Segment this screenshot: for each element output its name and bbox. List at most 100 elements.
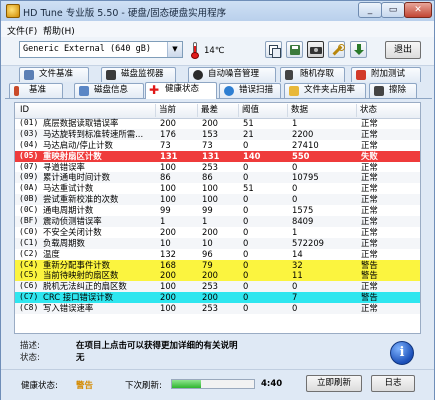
row-attribute-name: 尝试重新校准的次数 [43, 194, 119, 205]
wrench-icon[interactable] [328, 41, 345, 58]
row-id: (09) [19, 172, 39, 182]
row-threshold: 0 [243, 216, 249, 227]
camera-icon[interactable] [307, 41, 324, 58]
tab-label: 文件基准 [39, 69, 74, 79]
benchmark-icon [14, 86, 19, 96]
table-row[interactable]: (03) 马达旋转到标准转速所需... 176 153 21 2200 正常 [15, 128, 420, 140]
row-status: 正常 [361, 216, 378, 227]
drive-select[interactable]: Generic External (640 gB) ▼ [19, 41, 183, 58]
tab-disk-info[interactable]: 磁盘信息 [74, 83, 144, 98]
row-attribute-name: 负载周期数 [43, 237, 85, 248]
minimize-button[interactable]: _ [358, 2, 382, 18]
tab-health[interactable]: ✚ 健康状态 [145, 82, 217, 99]
row-attribute-name: 重映射扇区计数 [43, 150, 102, 161]
log-button[interactable]: 日志 [371, 375, 415, 392]
error-scan-icon [224, 86, 234, 96]
table-row[interactable]: (BF) 震动侦测错误率 1 1 0 8409 正常 [15, 216, 420, 227]
row-threshold: 140 [243, 150, 261, 161]
table-row[interactable]: (C1) 负载周期数 10 10 0 572209 正常 [15, 237, 420, 249]
smart-table[interactable]: ID 当前 最差 阈值 数据 状态 (01) 底层数据读取错误率 200 200 51 1… [14, 102, 421, 334]
download-icon[interactable] [350, 41, 367, 58]
table-row[interactable]: (C2) 温度 132 96 0 14 正常 [15, 249, 420, 260]
title-bar[interactable]: HD Tune 专业版 5.50 - 硬盘/固态硬盘实用程序 _ ▭ ✕ [1, 1, 434, 21]
file-benchmark-icon [24, 70, 34, 80]
tab-benchmark[interactable]: 基准 [9, 83, 63, 98]
table-row[interactable]: (07) 寻道错误率 100 253 0 0 正常 [15, 162, 420, 173]
save-icon[interactable] [286, 41, 303, 58]
row-current: 132 [160, 248, 176, 259]
row-id: (0C) [19, 205, 39, 215]
exit-button[interactable]: 退出 [385, 41, 421, 59]
table-row[interactable]: (05) 重映射扇区计数 131 131 140 550 失败 [15, 150, 420, 162]
row-data: 0 [292, 194, 298, 205]
col-data[interactable]: 数据 [287, 104, 308, 117]
tab-erase[interactable]: 擦除 [369, 83, 417, 98]
table-row[interactable]: (C6) 脱机无法纠正的扇区数 100 253 0 0 正常 [15, 281, 420, 293]
copy-icon[interactable] [265, 41, 282, 58]
table-row[interactable]: (04) 马达启动/停止计数 73 73 0 27410 正常 [15, 140, 420, 151]
row-threshold: 0 [243, 226, 249, 237]
maximize-button[interactable]: ▭ [381, 2, 405, 18]
menu-help[interactable]: 帮助(H) [43, 24, 75, 37]
row-worst: 100 [202, 183, 218, 194]
row-attribute-name: 写入错误速率 [43, 303, 94, 314]
table-row[interactable]: (C5) 当前待映射的扇区数 200 200 0 11 警告 [15, 270, 420, 282]
col-current[interactable]: 当前 [155, 104, 176, 117]
table-row[interactable]: (C7) CRC 接口错误计数 200 200 0 7 警告 [15, 292, 420, 304]
row-worst: 200 [202, 226, 218, 237]
row-current: 100 [160, 183, 176, 194]
row-status: 正常 [361, 237, 378, 248]
tab-error-scan[interactable]: 错误扫描 [219, 83, 281, 98]
row-data: 0 [292, 183, 298, 194]
tab-file-benchmark[interactable]: 文件基准 [19, 67, 89, 82]
row-worst: 100 [202, 194, 218, 205]
row-attribute-name: 马达重试计数 [43, 183, 94, 194]
row-attribute-name: 马达旋转到标准转速所需... [43, 128, 144, 139]
row-threshold: 0 [243, 248, 249, 259]
chevron-down-icon[interactable]: ▼ [167, 42, 182, 57]
tab-random-access[interactable]: 随机存取 [280, 67, 345, 82]
app-icon [6, 4, 20, 18]
col-worst[interactable]: 最差 [197, 104, 218, 117]
col-threshold[interactable]: 阈值 [238, 104, 259, 117]
tab-extra-tests[interactable]: 附加测试 [351, 67, 421, 82]
table-row[interactable]: (01) 底层数据读取错误率 200 200 51 1 正常 [15, 118, 420, 129]
row-status: 正常 [361, 172, 378, 183]
row-threshold: 0 [243, 281, 249, 292]
table-row[interactable]: (0B) 尝试重新校准的次数 100 100 0 0 正常 [15, 194, 420, 206]
table-row[interactable]: (C8) 写入错误速率 100 253 0 0 正常 [15, 303, 420, 315]
table-row[interactable]: (0A) 马达重试计数 100 100 51 0 正常 [15, 183, 420, 194]
row-status: 正常 [361, 183, 378, 194]
tab-folder-usage[interactable]: 文件夹占用率 [284, 83, 366, 98]
tab-noise-management[interactable]: 自动噪音管理 [188, 67, 276, 82]
tab-disk-monitor[interactable]: 磁盘监视器 [101, 67, 176, 82]
menu-file[interactable]: 文件(F) [7, 24, 37, 37]
row-data: 14 [292, 248, 303, 259]
row-attribute-name: 不安全关闭计数 [43, 226, 102, 237]
row-status: 正常 [361, 303, 378, 314]
tab-label: 健康状态 [165, 84, 200, 94]
table-row[interactable]: (0C) 通电周期计数 99 99 0 1575 正常 [15, 205, 420, 216]
close-button[interactable]: ✕ [404, 2, 432, 18]
row-status: 正常 [361, 248, 378, 259]
row-id: (C7) [19, 292, 39, 302]
row-attribute-name: 当前待映射的扇区数 [43, 270, 119, 281]
row-current: 10 [160, 237, 171, 248]
row-worst: 253 [202, 161, 218, 172]
table-row[interactable]: (C0) 不安全关闭计数 200 200 0 1 正常 [15, 227, 420, 238]
row-current: 168 [160, 259, 176, 270]
row-data: 27410 [292, 139, 319, 150]
col-status[interactable]: 状态 [356, 104, 377, 117]
tab-label: 自动噪音管理 [208, 69, 260, 79]
refresh-now-button[interactable]: 立即刷新 [306, 375, 362, 392]
health-status-label: 健康状态: [21, 381, 58, 391]
col-id[interactable]: ID [20, 105, 29, 115]
table-row[interactable]: (09) 累计通电时间计数 86 86 0 10795 正常 [15, 172, 420, 184]
row-status: 正常 [361, 118, 378, 128]
drive-select-value: Generic External (640 gB) [23, 44, 151, 54]
row-status: 正常 [361, 128, 378, 139]
table-row[interactable]: (C4) 重新分配事件计数 168 79 0 32 警告 [15, 259, 420, 271]
extra-tests-icon [356, 70, 366, 80]
tab-label: 磁盘信息 [94, 85, 129, 95]
row-id: (C4) [19, 259, 39, 269]
